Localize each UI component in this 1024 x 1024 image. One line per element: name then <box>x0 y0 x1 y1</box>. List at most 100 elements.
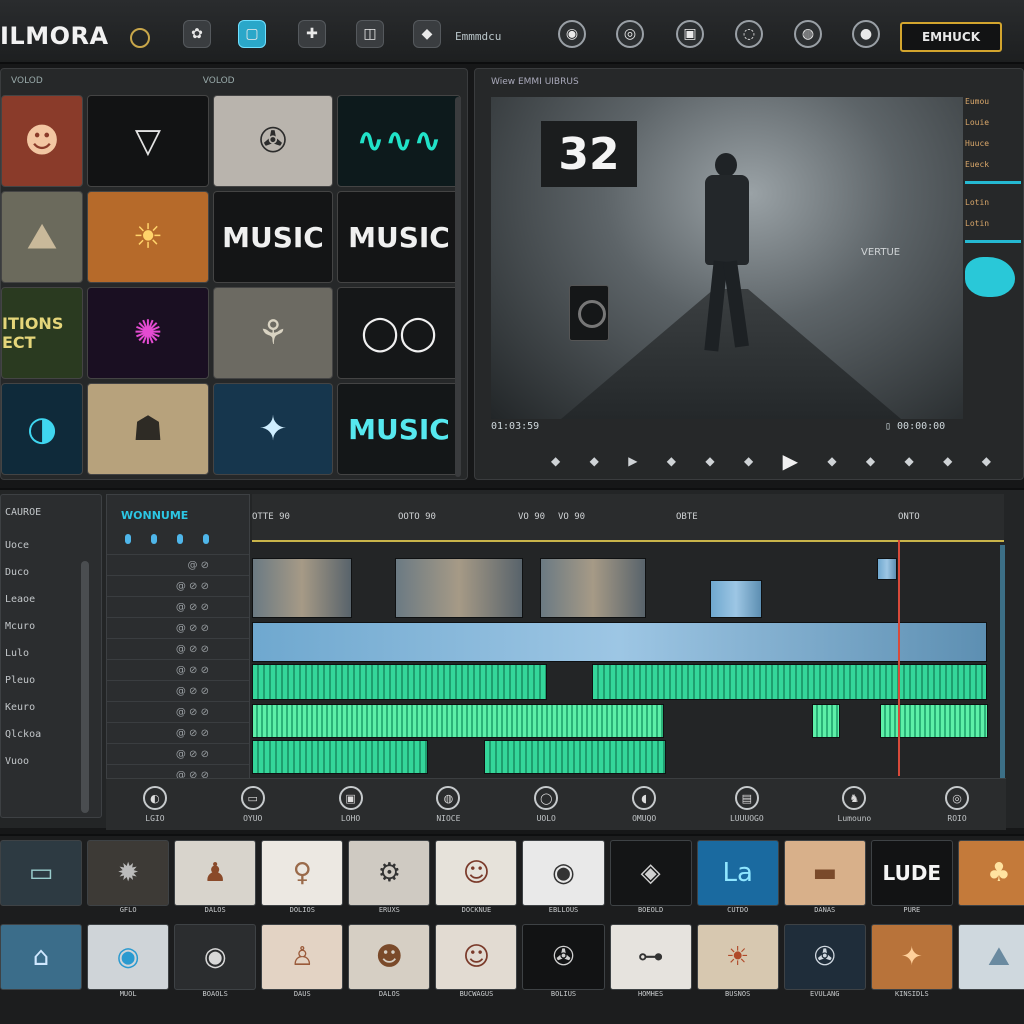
transport-button[interactable]: ◆ <box>744 454 753 468</box>
media-thumbnail[interactable]: ∿∿∿ <box>337 95 461 187</box>
track-header-row[interactable]: @ ⊘ ⊘ <box>107 575 249 596</box>
track-header-row[interactable]: @ ⊘ ⊘ <box>107 722 249 743</box>
effect-thumbnail[interactable]: ✹ <box>87 840 170 906</box>
audio-clip[interactable] <box>880 704 988 738</box>
disc-icon[interactable]: ● <box>852 20 880 48</box>
transport-button[interactable]: ◆ <box>667 454 676 468</box>
library-scrollbar[interactable] <box>455 97 461 477</box>
effect-thumbnail[interactable]: ▬ <box>783 840 866 906</box>
video-clip[interactable] <box>395 558 523 618</box>
target-icon[interactable]: ◎ <box>616 20 644 48</box>
effect-card[interactable]: ◉ MUOL <box>87 924 170 1004</box>
effect-card[interactable]: ♀ DOLIOS <box>261 840 344 920</box>
effect-thumbnail[interactable]: ◉ <box>87 924 170 990</box>
speed-tool-icon[interactable]: ◍ <box>436 786 461 810</box>
left-tool-item[interactable]: Uoce <box>5 540 101 551</box>
effect-thumbnail[interactable]: La <box>696 840 779 906</box>
palette-icon[interactable]: ✿ <box>183 20 211 48</box>
media-thumbnail[interactable]: MUSIC <box>337 191 461 283</box>
audio-clip[interactable] <box>252 664 547 700</box>
effect-thumbnail[interactable]: ◉ <box>174 924 257 990</box>
effect-card[interactable]: ☀ BUSNOS <box>696 924 779 1004</box>
effect-card[interactable]: ✇ BOLIUS <box>522 924 605 1004</box>
effect-card[interactable]: ✦ KINSIDLS <box>870 924 953 1004</box>
media-thumbnail[interactable]: ☗ <box>87 383 209 475</box>
transport-button[interactable]: ◆ <box>551 454 560 468</box>
timeline-tool[interactable]: ◖ OMUQO <box>632 786 656 823</box>
color-tool-icon[interactable]: ◯ <box>534 786 559 810</box>
effect-card[interactable]: ◉ EBLLOUS <box>522 840 605 920</box>
transport-button[interactable]: ◆ <box>827 454 836 468</box>
transport-button[interactable]: ▶ <box>628 454 637 468</box>
timeline-tool[interactable]: ▭ OYUO <box>240 786 265 823</box>
frame-tool-icon[interactable]: ▣ <box>338 786 363 810</box>
timeline-tool[interactable]: ▣ LOHO <box>338 786 363 823</box>
side-slider[interactable] <box>965 181 1021 184</box>
media-thumbnail[interactable]: ◯◯ <box>337 287 461 379</box>
effect-card[interactable]: ▬ DANAS <box>783 840 866 920</box>
audio-clip[interactable] <box>252 704 664 738</box>
effect-card[interactable]: ⛰ <box>957 924 1024 1004</box>
track-header-row[interactable]: @ ⊘ <box>107 554 249 575</box>
timeline-tool[interactable]: ▤ LUUUOGO <box>730 786 764 823</box>
timeline-tool[interactable]: ◎ ROIO <box>945 786 970 823</box>
transport-button[interactable]: ◆ <box>905 454 914 468</box>
crop-tool-icon[interactable]: ▭ <box>240 786 265 810</box>
effect-thumbnail[interactable]: ♣ <box>957 840 1024 906</box>
effect-thumbnail[interactable]: ⚙ <box>348 840 431 906</box>
timeline-tool[interactable]: ◍ NIOCE <box>436 786 460 823</box>
screen-icon[interactable]: ▢ <box>238 20 266 48</box>
effect-thumbnail[interactable]: ⊶ <box>609 924 692 990</box>
effect-thumbnail[interactable]: ✇ <box>522 924 605 990</box>
diamond-icon[interactable]: ◆ <box>413 20 441 48</box>
effect-card[interactable]: ☺ DOCKNUE <box>435 840 518 920</box>
effect-thumbnail[interactable]: ♟ <box>174 840 257 906</box>
video-clip[interactable] <box>540 558 646 618</box>
video-clip[interactable] <box>252 622 987 662</box>
media-thumbnail[interactable]: MUSIC <box>337 383 461 475</box>
effect-thumbnail[interactable]: ⌂ <box>0 924 83 990</box>
effect-thumbnail[interactable]: ⛰ <box>957 924 1024 990</box>
track-toggle-dots[interactable] <box>125 534 249 544</box>
playhead[interactable] <box>898 540 900 776</box>
effect-card[interactable]: ✹ GFLO <box>87 840 170 920</box>
effect-thumbnail[interactable]: ☻ <box>348 924 431 990</box>
effect-card[interactable]: ☻ DALOS <box>348 924 431 1004</box>
settings-icon[interactable]: ◌ <box>735 20 763 48</box>
side-slider[interactable] <box>965 240 1021 243</box>
effect-card[interactable]: LUDE PURE <box>870 840 953 920</box>
media-thumbnail[interactable]: ✇ <box>213 95 333 187</box>
motion-tool-icon[interactable]: ♞ <box>842 786 867 810</box>
effect-card[interactable]: ♟ DALOS <box>174 840 257 920</box>
effect-thumbnail[interactable]: ☺ <box>435 840 518 906</box>
play-button[interactable]: ▶ <box>783 449 798 473</box>
effect-card[interactable]: ☺ BUCWAGUS <box>435 924 518 1004</box>
video-clip[interactable] <box>252 558 352 618</box>
media-thumbnail[interactable]: ✦ <box>213 383 333 475</box>
video-clip[interactable] <box>710 580 762 618</box>
track-header-row[interactable]: @ ⊘ ⊘ <box>107 659 249 680</box>
media-thumbnail[interactable]: ⛰ <box>1 191 83 283</box>
effect-card[interactable]: ⌂ <box>0 924 83 1004</box>
media-thumbnail[interactable]: ITIONS ECT <box>1 287 83 379</box>
media-thumbnail[interactable]: ✺ <box>87 287 209 379</box>
effect-thumbnail[interactable]: ♙ <box>261 924 344 990</box>
timeline-ruler[interactable]: OTTE 90 OOTO 90 VO 90 VO 90 OBTE ONTO <box>252 494 1004 542</box>
timeline-tool[interactable]: ♞ Lumouno <box>838 786 871 823</box>
video-clip[interactable] <box>877 558 897 580</box>
effect-thumbnail[interactable]: ▭ <box>0 840 83 906</box>
export-button[interactable]: EMHUCK <box>900 22 1002 52</box>
track-header-row[interactable]: @ ⊘ ⊘ <box>107 743 249 764</box>
transport-button[interactable]: ◆ <box>943 454 952 468</box>
media-thumbnail[interactable]: ☻ <box>1 95 83 187</box>
effect-card[interactable]: ⚙ ERUXS <box>348 840 431 920</box>
effect-card[interactable]: ◉ BOAOLS <box>174 924 257 1004</box>
effect-card[interactable]: ♣ <box>957 840 1024 920</box>
track-header-row[interactable]: @ ⊘ ⊘ <box>107 617 249 638</box>
track-header-row[interactable]: @ ⊘ ⊘ <box>107 596 249 617</box>
effect-card[interactable]: ◈ BOEOLD <box>609 840 692 920</box>
timeline-tool[interactable]: ◐ LGIO <box>142 786 167 823</box>
audio-clip[interactable] <box>252 740 428 774</box>
transport-button[interactable]: ◆ <box>705 454 714 468</box>
media-thumbnail[interactable]: MUSIC <box>213 191 333 283</box>
